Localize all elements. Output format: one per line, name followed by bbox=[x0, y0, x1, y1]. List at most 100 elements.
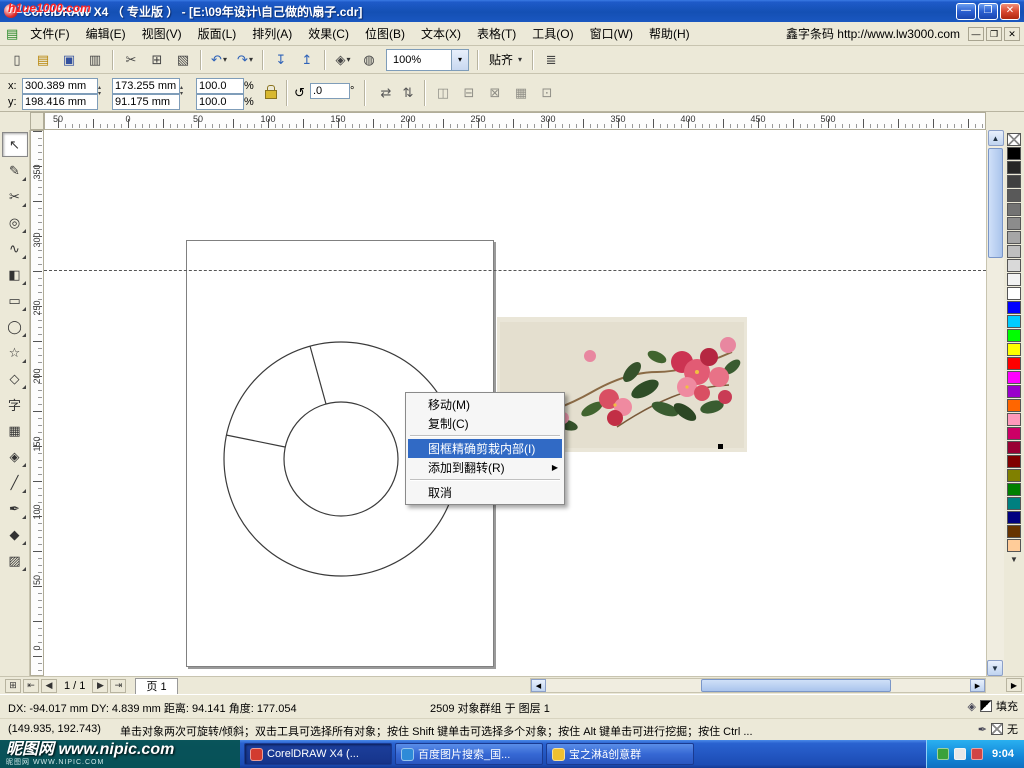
no-color-swatch[interactable] bbox=[1007, 133, 1021, 146]
color-swatch[interactable] bbox=[1007, 231, 1021, 244]
doc-restore-button[interactable]: ❐ bbox=[986, 27, 1002, 41]
import-button[interactable]: ↧ bbox=[269, 48, 293, 72]
options-button[interactable]: ≣ bbox=[539, 48, 563, 72]
scroll-left-button[interactable]: ◀ bbox=[531, 679, 546, 692]
tray-icon[interactable] bbox=[971, 748, 983, 760]
paste-button[interactable]: ▧ bbox=[171, 48, 195, 72]
horizontal-scroll-thumb[interactable] bbox=[701, 679, 891, 692]
color-swatch[interactable] bbox=[1007, 539, 1021, 552]
stepper-down-icon[interactable]: ▾ bbox=[180, 91, 183, 97]
color-swatch[interactable] bbox=[1007, 315, 1021, 328]
horizontal-scrollbar[interactable]: ◀ ▶ bbox=[530, 678, 986, 693]
pick-tool[interactable]: ↖ bbox=[2, 132, 28, 157]
smart-fill-tool[interactable]: ◧ bbox=[2, 262, 28, 287]
y-position-field[interactable] bbox=[22, 94, 98, 110]
menu-bitmaps[interactable]: 位图(B) bbox=[357, 22, 413, 45]
propbar-button-1[interactable]: ◫ bbox=[431, 81, 455, 105]
ellipse-tool[interactable]: ◯ bbox=[2, 314, 28, 339]
menu-file[interactable]: 文件(F) bbox=[22, 22, 77, 45]
shape-tool[interactable]: ✎ bbox=[2, 158, 28, 183]
prev-page-button[interactable]: ◀ bbox=[41, 679, 57, 693]
scale-x-field[interactable] bbox=[196, 78, 244, 94]
color-swatch[interactable] bbox=[1007, 385, 1021, 398]
color-swatch[interactable] bbox=[1007, 301, 1021, 314]
doc-minimize-button[interactable]: — bbox=[968, 27, 984, 41]
selection-handle[interactable] bbox=[718, 444, 723, 449]
taskbar-task[interactable]: 百度图片搜索_国... bbox=[395, 743, 543, 765]
outline-tool[interactable]: ✒ bbox=[2, 496, 28, 521]
color-swatch[interactable] bbox=[1007, 259, 1021, 272]
undo-button[interactable]: ↶▾ bbox=[207, 48, 231, 72]
minimize-button[interactable]: — bbox=[956, 3, 976, 20]
freehand-tool[interactable]: ∿ bbox=[2, 236, 28, 261]
vertical-ruler[interactable]: 350300250200150100500 bbox=[30, 130, 44, 676]
drawing-canvas[interactable]: 移动(M)复制(C)图框精确剪栽内部(I)添加到翻转(R)▶取消 bbox=[44, 130, 986, 676]
polygon-tool[interactable]: ☆ bbox=[2, 340, 28, 365]
color-swatch[interactable] bbox=[1007, 371, 1021, 384]
export-button[interactable]: ↥ bbox=[295, 48, 319, 72]
position-stepper[interactable]: ▴ ▾ bbox=[98, 85, 101, 97]
propbar-button-3[interactable]: ⊠ bbox=[483, 81, 507, 105]
text-tool[interactable]: 字 bbox=[2, 392, 28, 417]
horizontal-ruler[interactable]: 50050100150200250300350400450500 bbox=[44, 112, 986, 130]
menu-item-add-to-rollover[interactable]: 添加到翻转(R)▶ bbox=[408, 458, 562, 477]
application-launcher-button[interactable]: ◈▾ bbox=[331, 48, 355, 72]
menu-edit[interactable]: 编辑(E) bbox=[78, 22, 134, 45]
zoom-combobox[interactable]: 100% ▾ bbox=[386, 49, 469, 71]
basic-shapes-tool[interactable]: ◇ bbox=[2, 366, 28, 391]
guideline[interactable] bbox=[44, 270, 986, 271]
menu-item-powerclip-inside[interactable]: 图框精确剪栽内部(I) bbox=[408, 439, 562, 458]
color-swatch[interactable] bbox=[1007, 441, 1021, 454]
size-stepper[interactable]: ▴ ▾ bbox=[180, 85, 183, 97]
color-swatch[interactable] bbox=[1007, 413, 1021, 426]
zoom-tool[interactable]: ◎ bbox=[2, 210, 28, 235]
corel-online-button[interactable]: ◍ bbox=[357, 48, 381, 72]
menu-help[interactable]: 帮助(H) bbox=[641, 22, 698, 45]
scroll-corner-button[interactable]: ▶ bbox=[1006, 678, 1022, 692]
menu-layout[interactable]: 版面(L) bbox=[190, 22, 245, 45]
open-button[interactable]: ▤ bbox=[31, 48, 55, 72]
color-swatch[interactable] bbox=[1007, 469, 1021, 482]
new-document-button[interactable]: ▯ bbox=[5, 48, 29, 72]
menu-window[interactable]: 窗口(W) bbox=[582, 22, 641, 45]
snap-to-button[interactable]: 贴齐 ▾ bbox=[483, 49, 528, 71]
scale-y-field[interactable] bbox=[196, 94, 244, 110]
color-swatch[interactable] bbox=[1007, 273, 1021, 286]
color-swatch[interactable] bbox=[1007, 357, 1021, 370]
color-swatch[interactable] bbox=[1007, 399, 1021, 412]
propbar-button-2[interactable]: ⊟ bbox=[457, 81, 481, 105]
color-swatch[interactable] bbox=[1007, 217, 1021, 230]
page-tab[interactable]: 页 1 bbox=[135, 678, 177, 694]
menu-effects[interactable]: 效果(C) bbox=[300, 22, 357, 45]
add-page-button[interactable]: ⊞ bbox=[5, 679, 21, 693]
mirror-horizontal-button[interactable]: ⇄ bbox=[374, 81, 398, 105]
vertical-scrollbar[interactable]: ▲ ▼ bbox=[986, 130, 1004, 676]
vertical-scroll-thumb[interactable] bbox=[988, 148, 1003, 258]
stepper-down-icon[interactable]: ▾ bbox=[98, 91, 101, 97]
close-button[interactable]: ✕ bbox=[1000, 3, 1020, 20]
propbar-button-5[interactable]: ⊡ bbox=[535, 81, 559, 105]
color-swatch[interactable] bbox=[1007, 189, 1021, 202]
tray-icon[interactable] bbox=[937, 748, 949, 760]
scroll-down-button[interactable]: ▼ bbox=[987, 660, 1003, 676]
eyedropper-tool[interactable]: ╱ bbox=[2, 470, 28, 495]
propbar-button-4[interactable]: ▦ bbox=[509, 81, 533, 105]
color-swatch[interactable] bbox=[1007, 161, 1021, 174]
interactive-fill-tool[interactable]: ▨ bbox=[2, 548, 28, 573]
menu-item-cancel[interactable]: 取消 bbox=[408, 483, 562, 502]
rectangle-tool[interactable]: ▭ bbox=[2, 288, 28, 313]
menu-arrange[interactable]: 排列(A) bbox=[244, 22, 300, 45]
menu-item-move[interactable]: 移动(M) bbox=[408, 395, 562, 414]
cut-button[interactable]: ✂ bbox=[119, 48, 143, 72]
table-tool[interactable]: ▦ bbox=[2, 418, 28, 443]
last-page-button[interactable]: ⇥ bbox=[110, 679, 126, 693]
color-swatch[interactable] bbox=[1007, 147, 1021, 160]
first-page-button[interactable]: ⇤ bbox=[23, 679, 39, 693]
x-position-field[interactable] bbox=[22, 78, 98, 94]
fill-tool[interactable]: ◆ bbox=[2, 522, 28, 547]
color-swatch[interactable] bbox=[1007, 525, 1021, 538]
color-swatch[interactable] bbox=[1007, 455, 1021, 468]
copy-button[interactable]: ⊞ bbox=[145, 48, 169, 72]
crop-tool[interactable]: ✂ bbox=[2, 184, 28, 209]
scroll-right-button[interactable]: ▶ bbox=[970, 679, 985, 692]
